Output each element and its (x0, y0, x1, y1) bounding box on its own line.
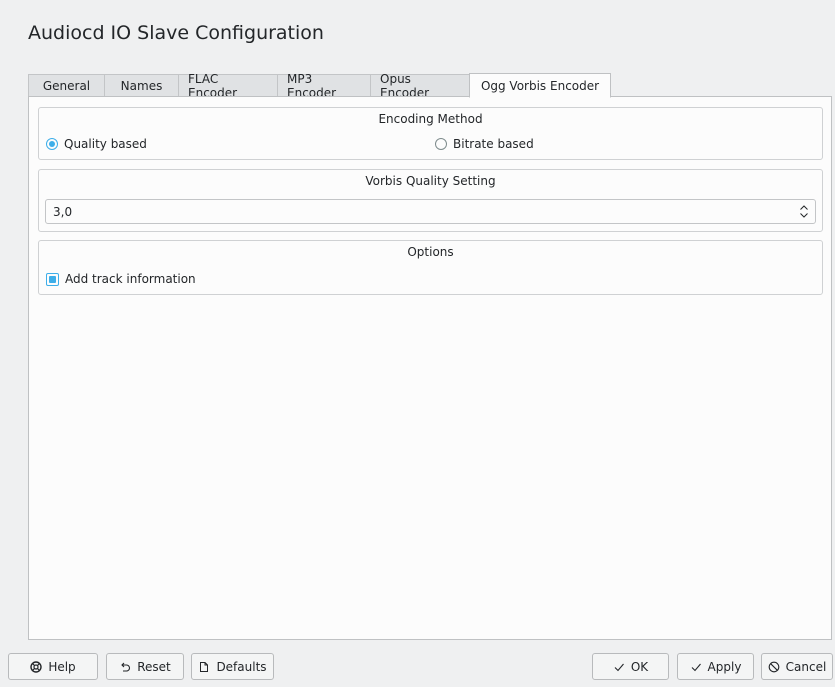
bitrate-based-label: Bitrate based (453, 137, 534, 151)
quality-setting-group: Vorbis Quality Setting 3,0 (38, 169, 823, 232)
encoding-method-title: Encoding Method (378, 112, 483, 126)
up-down-arrows-icon[interactable] (799, 203, 809, 220)
reset-label: Reset (137, 659, 171, 674)
bitrate-based-radio[interactable] (435, 138, 447, 150)
options-group: Options Add track information (38, 240, 823, 295)
tab-names[interactable]: Names (104, 74, 178, 97)
cancel-circle-icon (768, 661, 780, 672)
cancel-label: Cancel (785, 659, 827, 674)
options-title: Options (407, 245, 454, 259)
help-lifebuoy-icon (30, 660, 43, 673)
quality-setting-title: Vorbis Quality Setting (365, 174, 496, 188)
ok-label: OK (630, 659, 649, 674)
reset-button[interactable]: Reset (106, 653, 184, 680)
tab-general[interactable]: General (28, 74, 104, 97)
checkmark-icon (614, 663, 624, 671)
apply-button[interactable]: Apply (677, 653, 754, 680)
add-track-info-option[interactable]: Add track information (46, 272, 196, 286)
tab-flac-encoder[interactable]: FLAC Encoder (178, 72, 277, 100)
tab-opus-encoder[interactable]: Opus Encoder (370, 72, 469, 100)
defaults-button[interactable]: Defaults (191, 653, 274, 680)
add-track-info-label: Add track information (65, 272, 196, 286)
encoding-method-group: Encoding Method Quality based Bitrate ba… (38, 107, 823, 160)
quality-spinbox[interactable]: 3,0 (45, 199, 816, 224)
cancel-button[interactable]: Cancel (761, 653, 833, 680)
apply-label: Apply (707, 659, 742, 674)
checkmark-icon (691, 663, 701, 671)
tab-mp3-encoder[interactable]: MP3 Encoder (277, 72, 370, 100)
quality-value: 3,0 (53, 204, 73, 219)
document-revert-icon (200, 661, 209, 672)
undo-arrow-icon (121, 662, 131, 672)
quality-based-option[interactable]: Quality based (46, 137, 147, 151)
tab-bar: General Names FLAC Encoder MP3 Encoder O… (28, 72, 611, 100)
quality-based-label: Quality based (64, 137, 147, 151)
defaults-label: Defaults (216, 659, 267, 674)
help-button[interactable]: Help (8, 653, 98, 680)
quality-based-radio[interactable] (46, 138, 58, 150)
tab-panel: Encoding Method Quality based Bitrate ba… (28, 96, 832, 640)
ok-button[interactable]: OK (592, 653, 669, 680)
dialog-title: Audiocd IO Slave Configuration (28, 22, 324, 44)
bitrate-based-option[interactable]: Bitrate based (435, 137, 534, 151)
tab-ogg-vorbis-encoder[interactable]: Ogg Vorbis Encoder (469, 73, 611, 98)
help-label: Help (48, 659, 76, 674)
add-track-info-checkbox[interactable] (46, 272, 59, 286)
